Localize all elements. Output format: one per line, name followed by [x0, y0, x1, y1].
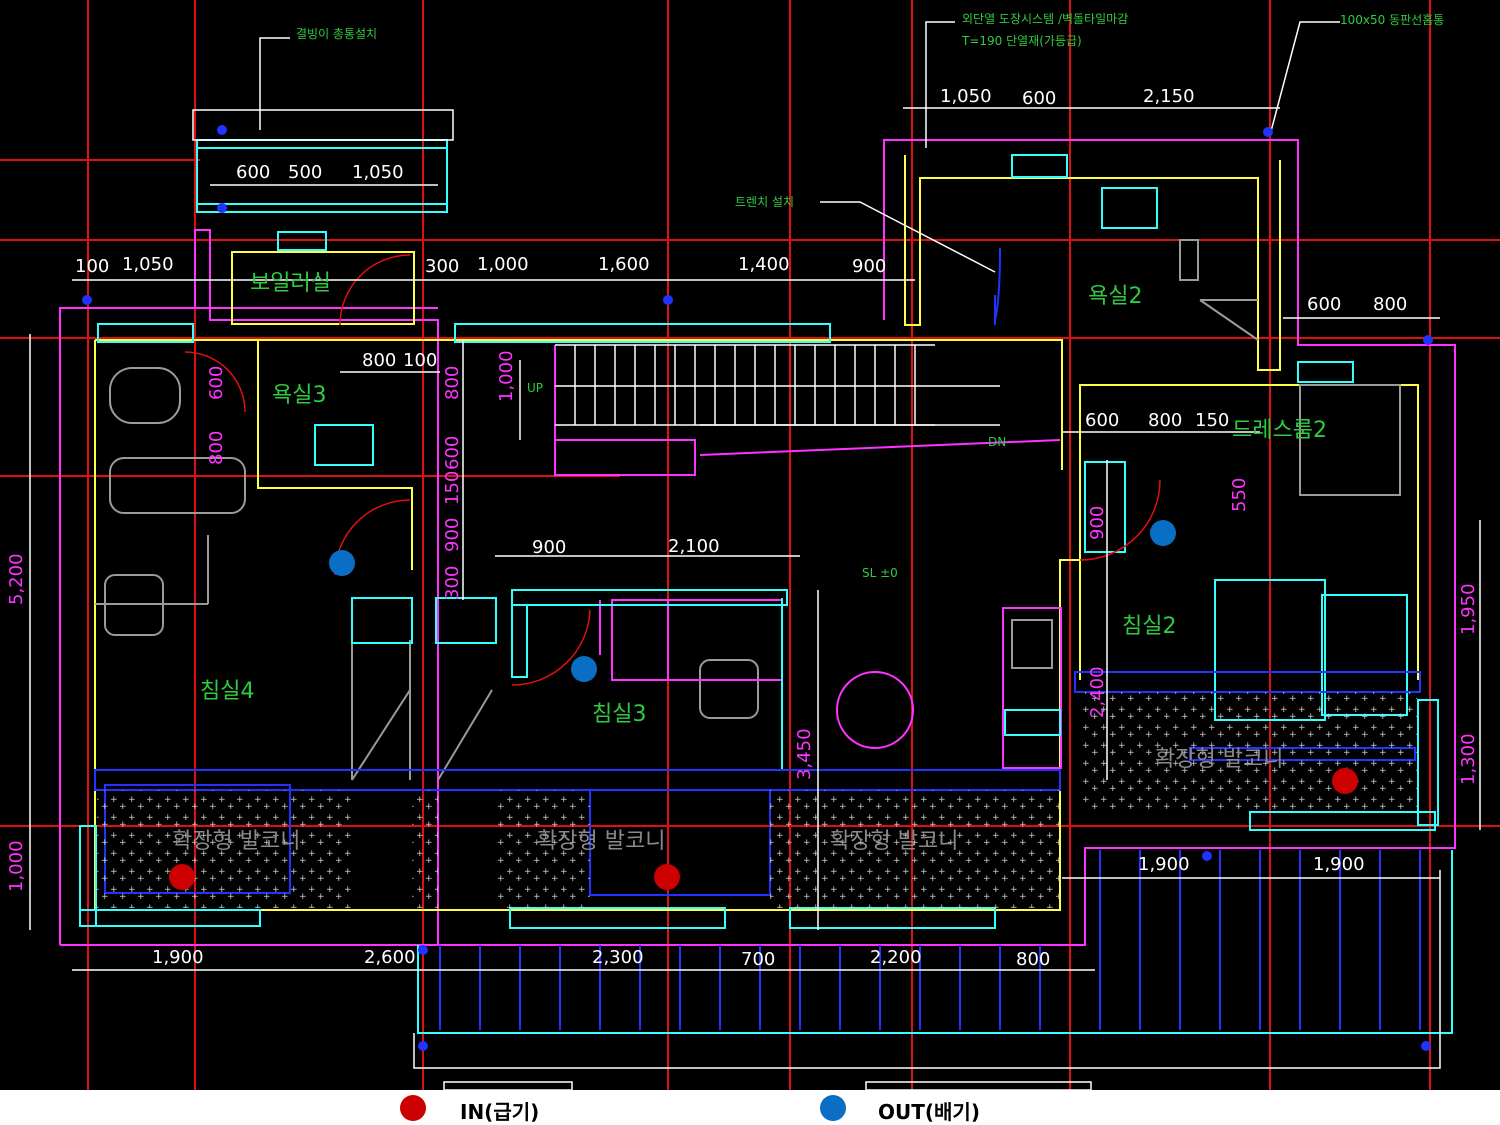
dim-row-mid-1: 100 — [75, 256, 109, 277]
floor-plan-image: + + 보일러실 욕실3 욕실2 드레스룸2 침실4 침실3 침실2 확장형 발… — [0, 0, 1500, 1125]
floor-plan-svg: + + 보일러실 욕실3 욕실2 드레스룸2 침실4 침실3 침실2 확장형 발… — [0, 0, 1500, 1091]
dim-bottom-6: 800 — [1016, 949, 1050, 970]
legend: IN(급기) OUT(배기) — [0, 1090, 1500, 1125]
dim-vert-mid-11: 600 — [206, 366, 227, 400]
balcony-label-4: 확장형 발코니 — [1155, 747, 1283, 772]
dim-vert-mid-2: 800 — [442, 366, 463, 400]
dim-bottom-2: 2,600 — [364, 947, 416, 968]
outer-frame-white — [192, 109, 1441, 1091]
dim-row-mid-2: 1,050 — [122, 254, 174, 275]
dim-mid-2: 2,100 — [668, 536, 720, 557]
dim-row-mid-4: 1,000 — [477, 254, 529, 275]
note-label-2: 외단열 도장시스템 /벽돌타일마감 — [962, 12, 1128, 26]
dim-vert-left-2: 1,000 — [6, 840, 27, 892]
dim-top-left-2: 500 — [288, 162, 322, 183]
dim-bath3-2: 100 — [403, 350, 437, 371]
dim-row-mid-6: 1,400 — [738, 254, 790, 275]
legend-out-dot — [820, 1095, 846, 1121]
dim-bottom-right-1: 1,900 — [1138, 854, 1190, 875]
dim-vert-mid-9: 2,400 — [1087, 666, 1108, 718]
dim-top-right-3: 2,150 — [1143, 86, 1195, 107]
dim-bottom-3: 2,300 — [592, 947, 644, 968]
dim-vert-left-1: 5,200 — [6, 553, 27, 605]
balcony-label-2: 확장형 발코니 — [537, 829, 665, 854]
in-marker-1 — [169, 864, 195, 890]
dim-right-upper-1: 600 — [1307, 294, 1341, 315]
dim-row-mid-3: 300 — [425, 256, 459, 277]
dim-dress-1: 600 — [1085, 410, 1119, 431]
dim-bath3-1: 800 — [362, 350, 396, 371]
up-label: UP — [527, 381, 543, 395]
dim-top-right-1: 1,050 — [940, 86, 992, 107]
dim-top-left-1: 600 — [236, 162, 270, 183]
dim-vert-mid-12: 800 — [206, 431, 227, 465]
dim-vert-mid-3: 150 — [442, 471, 463, 505]
in-marker-3 — [1332, 768, 1358, 794]
legend-in-dot — [400, 1095, 426, 1121]
dim-right-upper-2: 800 — [1373, 294, 1407, 315]
in-marker-2 — [654, 864, 680, 890]
dim-vert-mid-8: 550 — [1229, 478, 1250, 512]
room-label-boiler: 보일러실 — [250, 271, 331, 296]
dim-top-right-2: 600 — [1022, 88, 1056, 109]
dim-bottom-5: 2,200 — [870, 947, 922, 968]
note-label-4: 100x50 동판선홈통 — [1340, 13, 1444, 27]
balcony-outlines — [94, 247, 1421, 1030]
note-label-3: T=190 단열재(가등급) — [961, 34, 1082, 48]
trench-label: 트렌치 설치 — [735, 195, 794, 209]
room-label-bed3: 침실3 — [592, 702, 646, 727]
legend-in-label: IN(급기) — [460, 1100, 540, 1124]
dim-mid-1: 900 — [532, 537, 566, 558]
note-label-1: 결빙이 총통설치 — [296, 27, 377, 41]
dim-vert-right-2: 1,300 — [1458, 733, 1479, 785]
out-marker-3 — [1150, 520, 1176, 546]
dim-bottom-4: 700 — [741, 949, 775, 970]
room-label-bed2: 침실2 — [1122, 614, 1176, 639]
dim-row-mid-5: 1,600 — [598, 254, 650, 275]
dim-vert-mid-1: 1,000 — [496, 350, 517, 402]
legend-out-label: OUT(배기) — [878, 1100, 980, 1124]
room-label-bath2: 욕실2 — [1088, 284, 1142, 309]
room-label-bath3: 욕실3 — [272, 383, 326, 408]
dim-vert-mid-6: 300 — [442, 566, 463, 600]
dim-vert-mid-5: 900 — [442, 518, 463, 552]
out-marker-1 — [329, 550, 355, 576]
room-label-dress2: 드레스룸2 — [1232, 418, 1327, 443]
sl-label: SL ±0 — [862, 566, 898, 580]
dim-vert-mid-4: 600 — [442, 436, 463, 470]
dim-bottom-1: 1,900 — [152, 947, 204, 968]
dim-top-left-3: 1,050 — [352, 162, 404, 183]
balcony-label-3: 확장형 발코니 — [830, 829, 958, 854]
out-marker-2 — [571, 656, 597, 682]
dn-label: DN — [988, 435, 1006, 449]
balcony-label-1: 확장형 발코니 — [172, 829, 300, 854]
dim-dress-2: 800 — [1148, 410, 1182, 431]
room-label-bed4: 침실4 — [200, 679, 254, 704]
dim-bottom-right-2: 1,900 — [1313, 854, 1365, 875]
dim-vert-mid-10: 3,450 — [794, 728, 815, 780]
dim-vert-mid-7: 900 — [1087, 506, 1108, 540]
dim-dress-3: 150 — [1195, 410, 1229, 431]
cad-drawing: + + 보일러실 욕실3 욕실2 드레스룸2 침실4 침실3 침실2 확장형 발… — [0, 0, 1500, 1091]
dim-vert-right-1: 1,950 — [1458, 583, 1479, 635]
dim-row-mid-7: 900 — [852, 256, 886, 277]
stairs — [555, 344, 1000, 426]
